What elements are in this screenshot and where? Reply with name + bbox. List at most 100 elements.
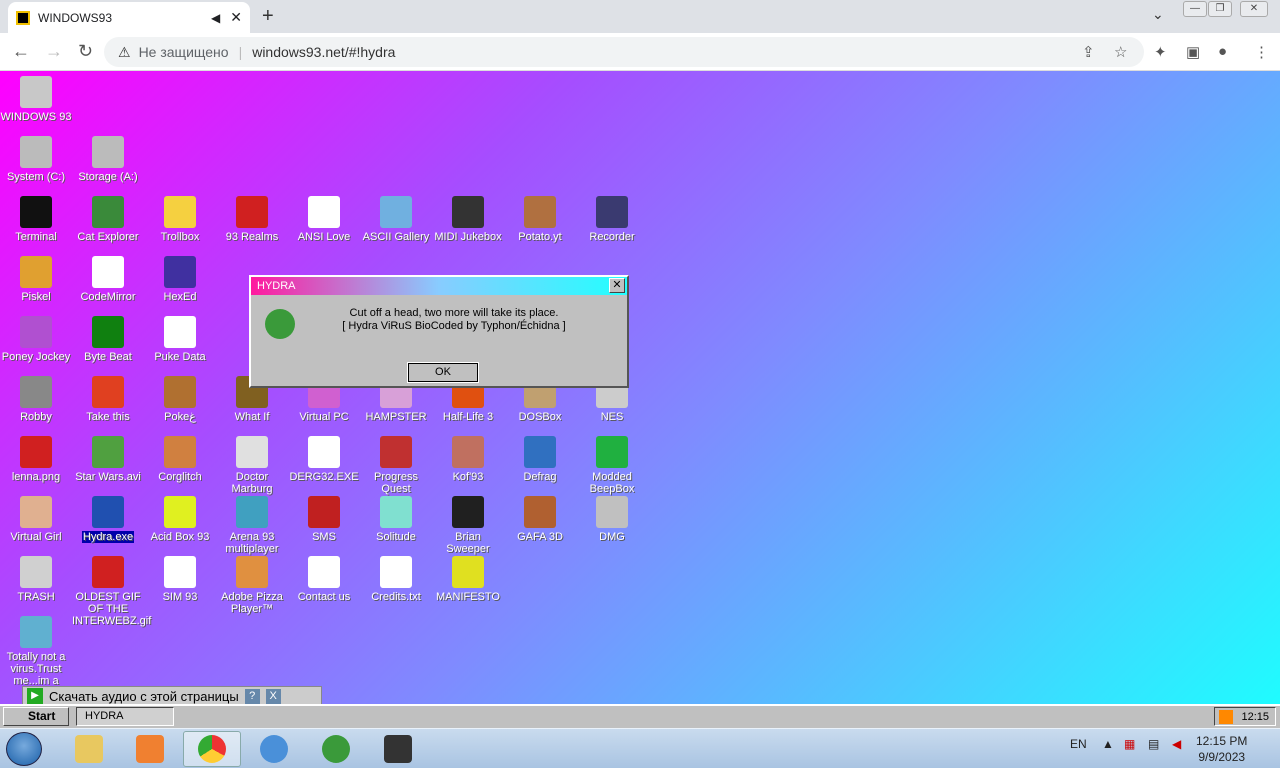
app-icon — [164, 256, 196, 288]
desktop-icon[interactable]: Take this — [72, 376, 144, 423]
desktop-icon[interactable]: MANIFESTO — [432, 556, 504, 603]
dialog-titlebar[interactable]: HYDRA ✕ — [251, 277, 627, 295]
desktop-icon[interactable]: System (C:) — [0, 136, 72, 183]
desktop-icon[interactable]: Modded BeepBox — [576, 436, 648, 495]
desktop-icon[interactable]: Puke Data — [144, 316, 216, 363]
app-icon — [524, 496, 556, 528]
display-icon[interactable]: ▤ — [1148, 737, 1159, 751]
desktop-icon[interactable]: Arena 93 multiplayer — [216, 496, 288, 555]
start-button[interactable]: Start — [3, 707, 69, 726]
taskbar-explorer[interactable] — [60, 731, 118, 767]
maximize-button[interactable]: ❐ — [1208, 1, 1232, 17]
windows-taskbar: EN ▲ ▦ ▤ ◀ 12:15 PM 9/9/2023 — [0, 728, 1280, 768]
desktop-icon[interactable]: Virtual Girl — [0, 496, 72, 543]
share-icon[interactable]: ⇪ — [1082, 43, 1095, 61]
desktop-icon[interactable]: SIM 93 — [144, 556, 216, 603]
profile-icon[interactable]: ● — [1218, 43, 1227, 60]
desktop-icon[interactable]: OLDEST GIF OF THE INTERWEBZ.gif — [72, 556, 151, 627]
desktop-icon[interactable]: Hydra.exe — [72, 496, 144, 543]
desktop-icon[interactable]: Acid Box 93 — [144, 496, 216, 543]
desktop-icon-label: Doctor Marburg — [231, 471, 273, 495]
taskbar-chrome[interactable] — [183, 731, 241, 767]
desktop-icon[interactable]: Pokeغ — [144, 376, 216, 423]
app-icon — [308, 196, 340, 228]
desktop-icon[interactable]: Potato.yt — [504, 196, 576, 243]
forward-icon[interactable]: → — [45, 41, 63, 62]
desktop-icon[interactable]: Kof'93 — [432, 436, 504, 483]
desktop-icon[interactable]: 93 Realms — [216, 196, 288, 243]
dialog-close-button[interactable]: ✕ — [609, 278, 625, 293]
desktop-icon[interactable]: Cat Explorer — [72, 196, 144, 243]
taskbar-w-app[interactable] — [369, 731, 427, 767]
menu-icon[interactable]: ⋮ — [1254, 43, 1269, 61]
desktop-icon-label: HAMPSTER — [365, 411, 427, 423]
taskbar-windows-media[interactable] — [307, 731, 365, 767]
browser-tab[interactable]: WINDOWS93 ◀ ✕ — [8, 2, 250, 33]
desktop-icon-label: Kof'93 — [452, 471, 484, 483]
desktop-icon[interactable]: HexEd — [144, 256, 216, 303]
help-button[interactable]: ? — [244, 688, 260, 704]
tray-expand-icon[interactable]: ▲ — [1102, 737, 1114, 751]
play-icon: ▶ — [27, 688, 43, 704]
desktop-icon[interactable]: Defrag — [504, 436, 576, 483]
download-audio-bar[interactable]: ▶ Скачать аудио с этой страницы ? X — [22, 686, 322, 706]
ok-button[interactable]: OK — [407, 362, 479, 383]
network-icon[interactable]: ▦ — [1124, 737, 1135, 751]
desktop-icon[interactable]: Recorder — [576, 196, 648, 243]
windows-start-orb[interactable] — [6, 732, 42, 766]
desktop-icon[interactable]: Robby — [0, 376, 72, 423]
taskbar-item-hydra[interactable]: HYDRA — [76, 707, 174, 726]
desktop-icon[interactable]: Brian Sweeper — [432, 496, 504, 555]
desktop-icon[interactable]: Doctor Marburg — [216, 436, 288, 495]
minimize-button[interactable]: — — [1183, 1, 1207, 17]
desktop-icon[interactable]: SMS — [288, 496, 360, 543]
close-window-button[interactable]: ✕ — [1240, 1, 1268, 17]
desktop-icon[interactable]: WINDOWS 93 — [0, 76, 72, 123]
app-icon — [164, 496, 196, 528]
desktop-icon[interactable]: Byte Beat — [72, 316, 144, 363]
rss-icon[interactable] — [1219, 709, 1234, 724]
desktop-icon[interactable]: Corglitch — [144, 436, 216, 483]
desktop-icon-label: Recorder — [589, 231, 635, 243]
system-clock[interactable]: 12:15 PM 9/9/2023 — [1196, 733, 1247, 765]
desktop-icon[interactable]: TRASH — [0, 556, 72, 603]
desktop-icon[interactable]: CodeMirror — [72, 256, 144, 303]
desktop-icon[interactable]: ASCII Gallery — [360, 196, 432, 243]
sidepanel-icon[interactable]: ▣ — [1186, 43, 1200, 61]
desktop-icon[interactable]: Star Wars.avi — [72, 436, 144, 483]
extensions-icon[interactable]: ✦ — [1154, 43, 1167, 61]
download-bar-close-button[interactable]: X — [265, 688, 281, 704]
desktop-icon[interactable]: DERG32.EXE — [288, 436, 360, 483]
desktop-icon[interactable]: Storage (A:) — [72, 136, 144, 183]
app-icon — [92, 136, 124, 168]
speaker-icon[interactable]: ◀ — [211, 11, 220, 25]
desktop-icon[interactable]: Piskel — [0, 256, 72, 303]
desktop-icon[interactable]: Totally not a virus.Trust me...im a — [0, 616, 72, 687]
volume-icon[interactable]: ◀ — [1172, 737, 1181, 751]
desktop-icon[interactable]: ANSI Love — [288, 196, 360, 243]
desktop-icon[interactable]: Trollbox — [144, 196, 216, 243]
app-icon — [164, 436, 196, 468]
desktop-icon[interactable]: MIDI Jukebox — [432, 196, 504, 243]
desktop-icon[interactable]: lenna.png — [0, 436, 72, 483]
desktop-icon[interactable]: Poney Jockey — [0, 316, 72, 363]
back-icon[interactable]: ← — [12, 41, 30, 62]
desktop-icon[interactable]: Contact us — [288, 556, 360, 603]
desktop-icon-label: Hydra.exe — [81, 531, 135, 543]
taskbar-qbittorrent[interactable] — [245, 731, 303, 767]
desktop-icon[interactable]: DMG — [576, 496, 648, 543]
desktop-icon[interactable]: Progress Quest — [360, 436, 432, 495]
tab-search-button[interactable]: ⌄ — [1152, 6, 1164, 23]
desktop-icon[interactable]: Credits.txt — [360, 556, 432, 603]
desktop-icon[interactable]: GAFA 3D — [504, 496, 576, 543]
new-tab-button[interactable]: + — [262, 5, 274, 28]
bookmark-star-icon[interactable]: ☆ — [1114, 43, 1127, 61]
desktop-icon[interactable]: Solitude — [360, 496, 432, 543]
taskbar-media-player[interactable] — [121, 731, 179, 767]
desktop-icon[interactable]: Terminal — [0, 196, 72, 243]
language-indicator[interactable]: EN — [1070, 737, 1087, 751]
address-bar[interactable]: ⚠ Не защищено | windows93.net/#!hydra — [104, 37, 1144, 67]
desktop-icon[interactable]: Adobe Pizza Player™ — [216, 556, 288, 615]
reload-icon[interactable]: ↻ — [78, 41, 93, 62]
tab-close-icon[interactable]: ✕ — [230, 9, 242, 26]
